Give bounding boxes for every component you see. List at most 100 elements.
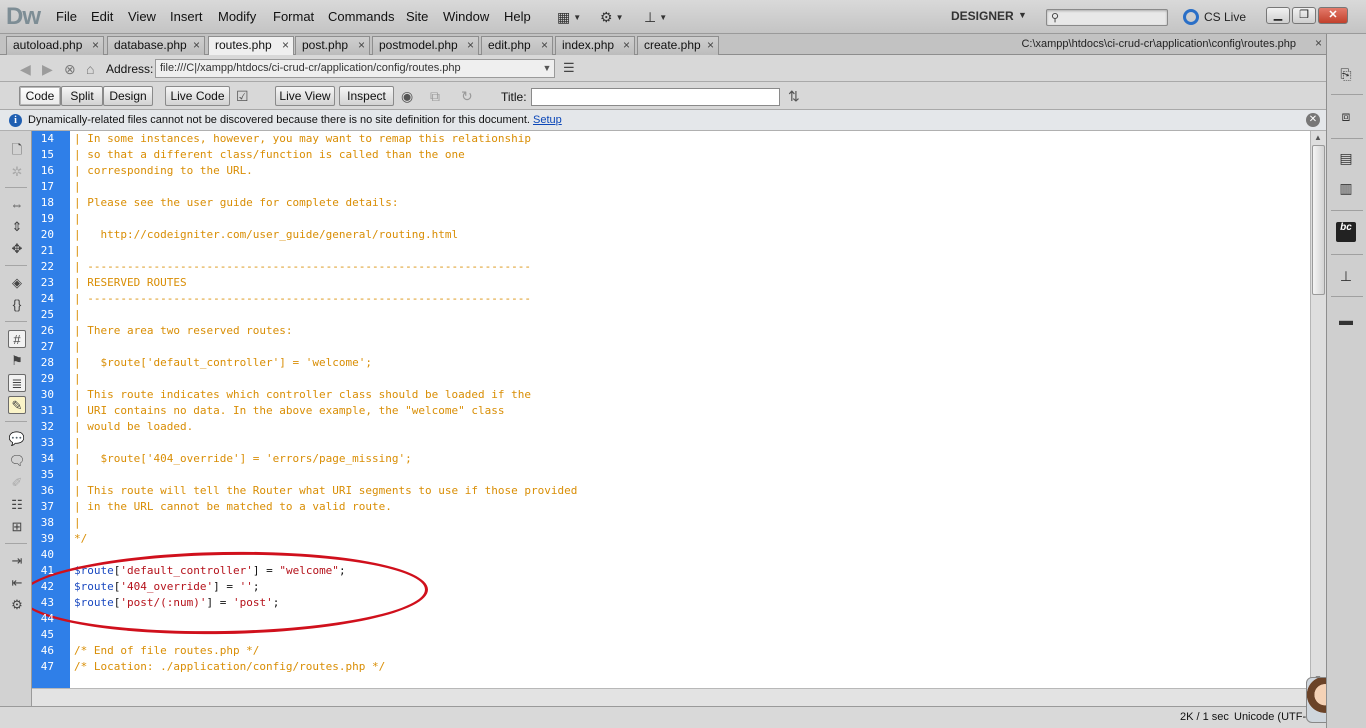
address-input[interactable]: file:///C|/xampp/htdocs/ci-crud-cr/appli… xyxy=(155,59,555,78)
code-token: */ xyxy=(74,532,88,545)
tab-label: edit.php xyxy=(488,38,531,52)
highlight-invalid-code-icon[interactable]: ⚑ xyxy=(8,352,26,370)
tab-autoload[interactable]: autoload.php × xyxy=(6,36,104,55)
outdent-code-icon[interactable]: ⇤ xyxy=(8,574,26,592)
live-view-button[interactable]: Live View xyxy=(275,86,335,106)
code-view-button[interactable]: Code xyxy=(19,86,61,106)
remove-comment-icon[interactable]: 🗨 xyxy=(8,452,26,470)
check-icon[interactable]: ☑ xyxy=(236,88,249,105)
move-css-icon[interactable]: ⊞ xyxy=(8,518,26,536)
show-code-navigator-icon[interactable]: ✲ xyxy=(8,163,26,181)
files-panel-icon[interactable]: ⊥ xyxy=(1336,266,1356,286)
layout-menu-button[interactable]: ▦ ▼ xyxy=(557,7,581,27)
menu-site[interactable]: Site xyxy=(406,9,428,24)
live-code-button[interactable]: Live Code xyxy=(165,86,230,106)
menu-view[interactable]: View xyxy=(128,9,156,24)
multiscreen-icon[interactable]: ⧉ xyxy=(430,88,440,105)
menu-modify[interactable]: Modify xyxy=(218,9,256,24)
refresh-icon[interactable]: ↻ xyxy=(461,88,473,105)
word-wrap-icon[interactable]: ≣ xyxy=(8,374,26,392)
cs-live-label: CS Live xyxy=(1204,10,1247,24)
css-styles-icon[interactable]: ⧈ xyxy=(1336,106,1356,126)
code-editor[interactable]: | In some instances, however, you may wa… xyxy=(32,131,1310,688)
code-token: | in the URL cannot be matched to a vali… xyxy=(74,500,392,513)
vertical-scrollbar[interactable]: ▲ ▼ xyxy=(1310,131,1326,688)
syntax-coloring-icon[interactable]: ✎ xyxy=(8,396,26,414)
help-search-input[interactable]: ⚲ xyxy=(1046,9,1168,26)
business-catalyst-icon[interactable]: bc xyxy=(1336,222,1356,242)
chevron-down-icon[interactable]: ▼ xyxy=(1018,10,1027,20)
collapse-tag-icon[interactable]: ⇔ xyxy=(8,196,26,214)
chevron-down-icon[interactable]: ▼ xyxy=(540,59,554,78)
split-view-button[interactable]: Split xyxy=(61,86,103,106)
select-parent-tag-icon[interactable]: ◈ xyxy=(8,274,26,292)
menu-file[interactable]: File xyxy=(56,9,77,24)
menu-edit[interactable]: Edit xyxy=(91,9,113,24)
close-icon[interactable]: × xyxy=(467,37,474,54)
menu-help[interactable]: Help xyxy=(504,9,531,24)
globe-icon[interactable]: ◉ xyxy=(401,88,413,105)
back-icon[interactable]: ◀ xyxy=(20,61,31,78)
stop-icon[interactable]: ⊗ xyxy=(64,61,76,78)
inspect-button[interactable]: Inspect xyxy=(339,86,394,106)
tab-database[interactable]: database.php × xyxy=(107,36,205,55)
menu-window[interactable]: Window xyxy=(443,9,489,24)
minimize-button[interactable]: ▁ xyxy=(1266,7,1290,24)
scrollbar-thumb[interactable] xyxy=(1312,145,1325,295)
close-icon[interactable]: × xyxy=(707,37,714,54)
close-icon[interactable]: × xyxy=(282,37,289,54)
line-number: 16 xyxy=(40,164,54,177)
insert-panel-icon[interactable]: ⎘ xyxy=(1336,64,1356,84)
format-source-code-icon[interactable]: ⚙ xyxy=(8,596,26,614)
tab-routes[interactable]: routes.php × xyxy=(208,36,294,56)
tab-index[interactable]: index.php × xyxy=(555,36,635,55)
forward-icon[interactable]: ▶ xyxy=(42,61,53,78)
close-icon[interactable]: ✕ xyxy=(1306,113,1320,127)
line-numbers-icon[interactable]: # xyxy=(8,330,26,348)
wrap-tag-icon[interactable]: ✐ xyxy=(8,474,26,492)
scroll-up-icon[interactable]: ▲ xyxy=(1314,133,1322,142)
title-input[interactable] xyxy=(531,88,780,106)
close-icon[interactable]: × xyxy=(92,37,99,54)
indent-code-icon[interactable]: ⇥ xyxy=(8,552,26,570)
tab-edit[interactable]: edit.php × xyxy=(481,36,553,55)
info-icon: i xyxy=(9,114,22,127)
tab-postmodel[interactable]: postmodel.php × xyxy=(372,36,479,55)
horizontal-scrollbar[interactable] xyxy=(32,688,1326,706)
chevron-down-icon: ▼ xyxy=(659,12,668,22)
close-icon[interactable]: × xyxy=(193,37,200,54)
menu-commands[interactable]: Commands xyxy=(328,9,394,24)
menu-format[interactable]: Format xyxy=(273,9,314,24)
tab-create[interactable]: create.php × xyxy=(637,36,719,55)
open-documents-icon[interactable]: 🗋 xyxy=(8,141,26,159)
restore-button[interactable]: ❐ xyxy=(1292,7,1316,24)
tag-inspector-icon[interactable]: ▥ xyxy=(1336,178,1356,198)
close-icon[interactable]: × xyxy=(358,37,365,54)
extend-menu-button[interactable]: ⚙ ▼ xyxy=(600,7,623,27)
collapse-selection-icon[interactable]: ⇕ xyxy=(8,218,26,236)
balance-braces-icon[interactable]: {} xyxy=(8,296,26,314)
file-management-icon[interactable]: ⇅ xyxy=(788,88,800,105)
recent-snippets-icon[interactable]: ☷ xyxy=(8,496,26,514)
design-view-button[interactable]: Design xyxy=(103,86,153,106)
close-icon[interactable]: × xyxy=(541,37,548,54)
tab-post[interactable]: post.php × xyxy=(295,36,370,55)
close-icon[interactable]: × xyxy=(1315,36,1322,50)
line-number: 25 xyxy=(40,308,54,321)
menu-insert[interactable]: Insert xyxy=(170,9,203,24)
tab-label: autoload.php xyxy=(13,38,83,52)
close-icon[interactable]: × xyxy=(623,37,630,54)
close-window-button[interactable]: ✕ xyxy=(1318,7,1348,24)
workspace-switcher[interactable]: DESIGNER xyxy=(951,9,1014,23)
home-icon[interactable]: ⌂ xyxy=(86,61,94,77)
assets-panel-icon[interactable]: ▬ xyxy=(1336,310,1356,330)
browse-options-icon[interactable]: ☰ xyxy=(563,60,575,76)
setup-link[interactable]: Setup xyxy=(533,114,562,126)
apply-comment-icon[interactable]: 💬 xyxy=(8,430,26,448)
expand-all-icon[interactable]: ✥ xyxy=(8,240,26,258)
cs-live-button[interactable]: CS Live xyxy=(1183,9,1246,25)
site-menu-button[interactable]: ⊥ ▼ xyxy=(644,7,667,27)
line-number: 37 xyxy=(40,500,54,513)
code-line: */ xyxy=(74,531,87,547)
ap-elements-icon[interactable]: ▤ xyxy=(1336,148,1356,168)
